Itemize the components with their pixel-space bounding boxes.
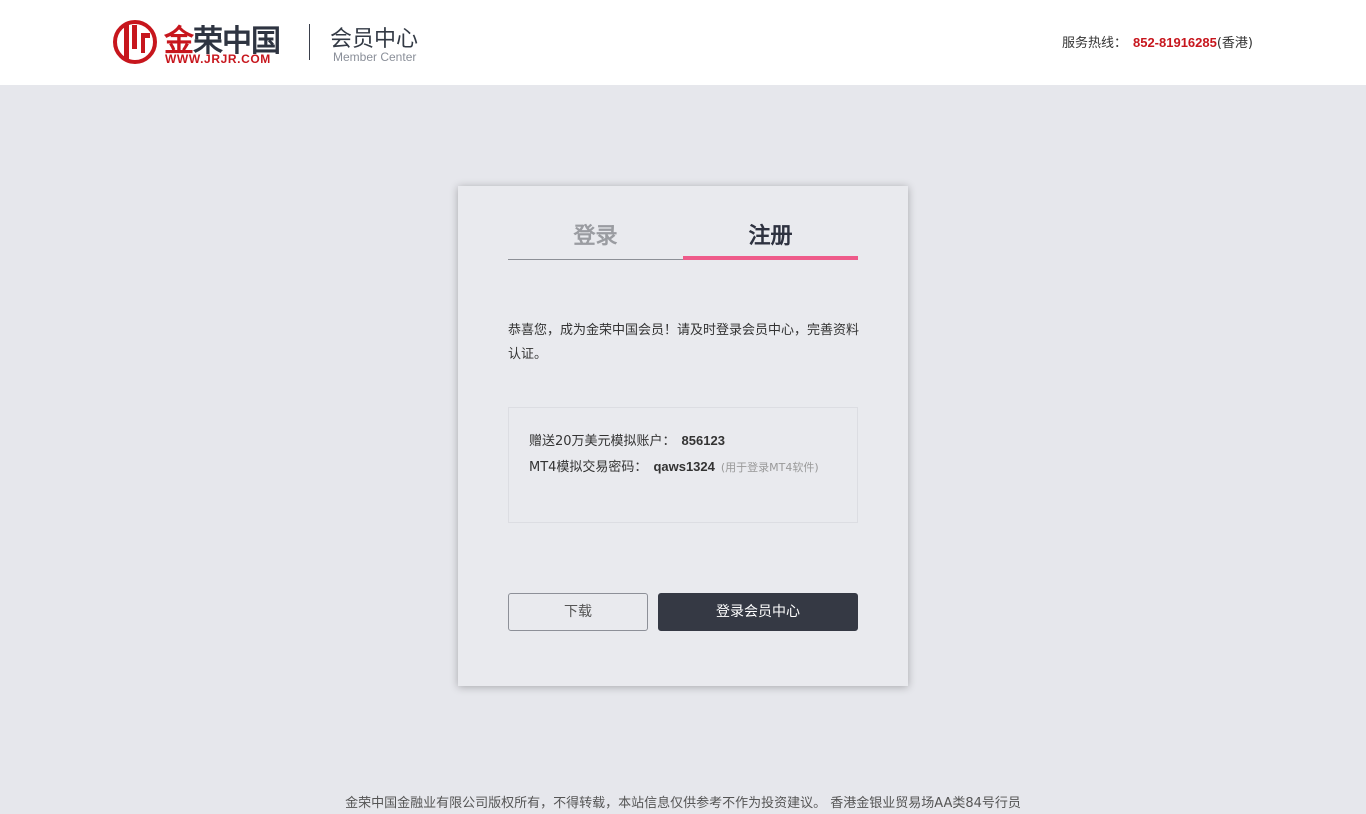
- member-center-title: 会员中心: [330, 27, 419, 52]
- demo-account-label: 赠送20万美元模拟账户：: [529, 434, 676, 449]
- login-member-center-button[interactable]: 登录会员中心: [658, 593, 858, 631]
- mt4-password-label: MT4模拟交易密码：: [529, 460, 648, 475]
- mt4-password-row: MT4模拟交易密码： qaws1324 (用于登录MT4软件): [529, 454, 837, 480]
- demo-account-value: 856123: [681, 433, 725, 448]
- hotline-label: 服务热线：: [1061, 36, 1127, 51]
- header-divider: [309, 24, 310, 60]
- mt4-password-value: qaws1324: [653, 459, 715, 474]
- member-center-subtitle: Member Center: [333, 50, 417, 64]
- congratulations-message: 恭喜您，成为金荣中国会员！请及时登录会员中心，完善资料认证。: [508, 323, 860, 362]
- account-info-box: 赠送20万美元模拟账户： 856123 MT4模拟交易密码： qaws1324 (用于…: [508, 407, 858, 523]
- logo-url: WWW.JRJR.COM: [165, 52, 271, 66]
- hotline-number: 852-81916285: [1132, 35, 1217, 50]
- hotline-location: (香港): [1216, 36, 1253, 51]
- mt4-password-note: (用于登录MT4软件): [720, 461, 819, 474]
- brand-logo[interactable]: 金荣中国 WWW.JRJR.COM: [112, 19, 292, 67]
- demo-account-row: 赠送20万美元模拟账户： 856123: [529, 428, 837, 454]
- service-hotline: 服务热线： 852-81916285(香港): [1062, 32, 1253, 51]
- site-header: 金荣中国 WWW.JRJR.COM 会员中心 Member Center 服务热…: [0, 0, 1366, 85]
- download-button[interactable]: 下载: [508, 593, 648, 631]
- tab-login[interactable]: 登录: [508, 220, 683, 260]
- logo-mark-icon: [113, 20, 157, 64]
- register-card: 登录 注册 恭喜您，成为金荣中国会员！请及时登录会员中心，完善资料认证。 赠送2…: [458, 186, 908, 686]
- footer-copyright: 金荣中国金融业有限公司版权所有，不得转载，本站信息仅供参考不作为投资建议。 香港…: [345, 796, 1021, 811]
- tab-register[interactable]: 注册: [683, 220, 858, 260]
- auth-tabs: 登录 注册: [508, 220, 858, 260]
